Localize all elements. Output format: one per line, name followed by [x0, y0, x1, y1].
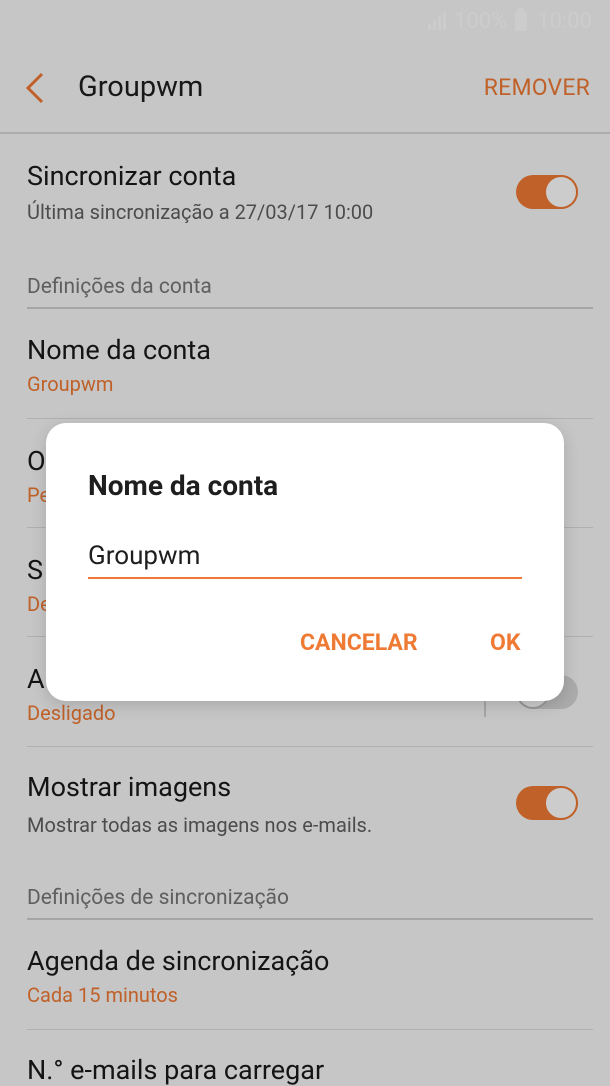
ok-button[interactable]: OK — [490, 629, 520, 656]
account-name-input[interactable] — [88, 535, 522, 579]
dialog-title: Nome da conta — [88, 469, 279, 502]
cancel-button[interactable]: CANCELAR — [300, 629, 418, 656]
settings-screen: 100% 10:00 Groupwm REMOVER Sincronizar c… — [0, 0, 610, 1086]
account-name-dialog: Nome da conta CANCELAR OK — [46, 423, 564, 701]
